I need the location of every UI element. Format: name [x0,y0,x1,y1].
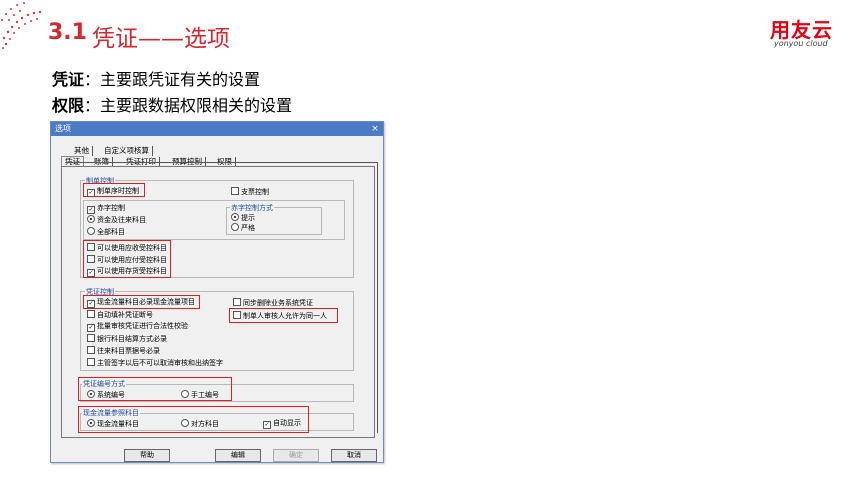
checkbox-batch-check[interactable]: ✓ 批量审核凭证进行合法性校验 [87,322,188,332]
checkbox-icon [87,334,95,342]
close-icon[interactable]: × [370,124,380,134]
option-label: 批量审核凭证进行合法性校验 [97,322,188,330]
highlight-box [78,377,232,401]
checkbox-icon: ✓ [87,206,95,214]
bullet-term: 凭证 [52,70,85,89]
page-title: 凭证——选项 [92,26,230,52]
highlight-box [83,183,145,197]
cancel-button[interactable]: 取消 [331,449,377,462]
option-label: 自动填补凭证断号 [97,311,153,319]
option-label: 银行科目结算方式必录 [97,335,167,343]
ok-button[interactable]: 确定 [273,449,319,462]
checkbox-auto-fill[interactable]: 自动填补凭证断号 [87,310,153,320]
group-label: 赤字控制方式 [230,203,274,213]
bullet-desc: ：主要跟数据权限相关的设置 [84,96,293,115]
radio-icon [231,223,239,231]
checkbox-ticket-no[interactable]: 往来科目票据号必录 [87,346,160,356]
radio-red-mode-prompt[interactable]: 提示 [231,213,255,223]
edit-button[interactable]: 编辑 [215,449,261,462]
tab-custom-accounting[interactable]: 自定义项核算 [101,146,153,156]
checkbox-supervisor[interactable]: 主管签字以后不可以取消审核和出纳签字 [87,358,223,368]
bullet-term: 权限 [52,96,85,115]
radio-icon [87,215,95,223]
option-label: 全部科目 [97,228,125,236]
tab-other[interactable]: 其他 [71,146,93,156]
checkbox-icon [87,310,95,318]
section-number: 3.1 [48,20,87,45]
bullet-desc: ：主要跟凭证有关的设置 [84,70,261,89]
bullet-voucher: 凭证：主要跟凭证有关的设置 [52,66,260,90]
checkbox-sync-delete[interactable]: 同步删除业务系统凭证 [233,298,313,308]
option-label: 同步删除业务系统凭证 [243,299,313,307]
highlight-box [83,295,200,309]
option-label: 提示 [241,214,255,222]
checkbox-bank-method[interactable]: 银行科目结算方式必录 [87,334,167,344]
option-label: 赤字控制 [97,204,125,212]
radio-red-fund[interactable]: 资金及往来科目 [87,215,146,225]
bullet-permission: 权限：主要跟数据权限相关的设置 [52,92,292,116]
radio-red-mode-strict[interactable]: 严格 [231,223,255,233]
highlight-box [78,406,309,433]
option-label: 严格 [241,224,255,232]
option-label: 资金及往来科目 [97,216,146,224]
radio-icon [231,213,239,221]
option-label: 往来科目票据号必录 [97,347,160,355]
checkbox-red-control[interactable]: ✓ 赤字控制 [87,204,125,214]
checkbox-icon [233,298,241,306]
option-label: 支票控制 [241,188,269,196]
checkbox-check-control[interactable]: 支票控制 [231,187,269,197]
radio-icon [87,227,95,235]
dialog-titlebar: 选项 × [51,122,383,136]
checkbox-icon [231,187,239,195]
brand-subtitle: yonyou cloud [774,39,828,48]
checkbox-icon [87,358,95,366]
checkbox-icon: ✓ [87,324,95,332]
dialog-title: 选项 [55,124,71,133]
highlight-box [83,240,171,278]
checkbox-icon [87,346,95,354]
help-button[interactable]: 帮助 [124,449,170,462]
highlight-box [229,308,338,323]
radio-red-all[interactable]: 全部科目 [87,227,125,237]
option-label: 主管签字以后不可以取消审核和出纳签字 [97,359,223,367]
